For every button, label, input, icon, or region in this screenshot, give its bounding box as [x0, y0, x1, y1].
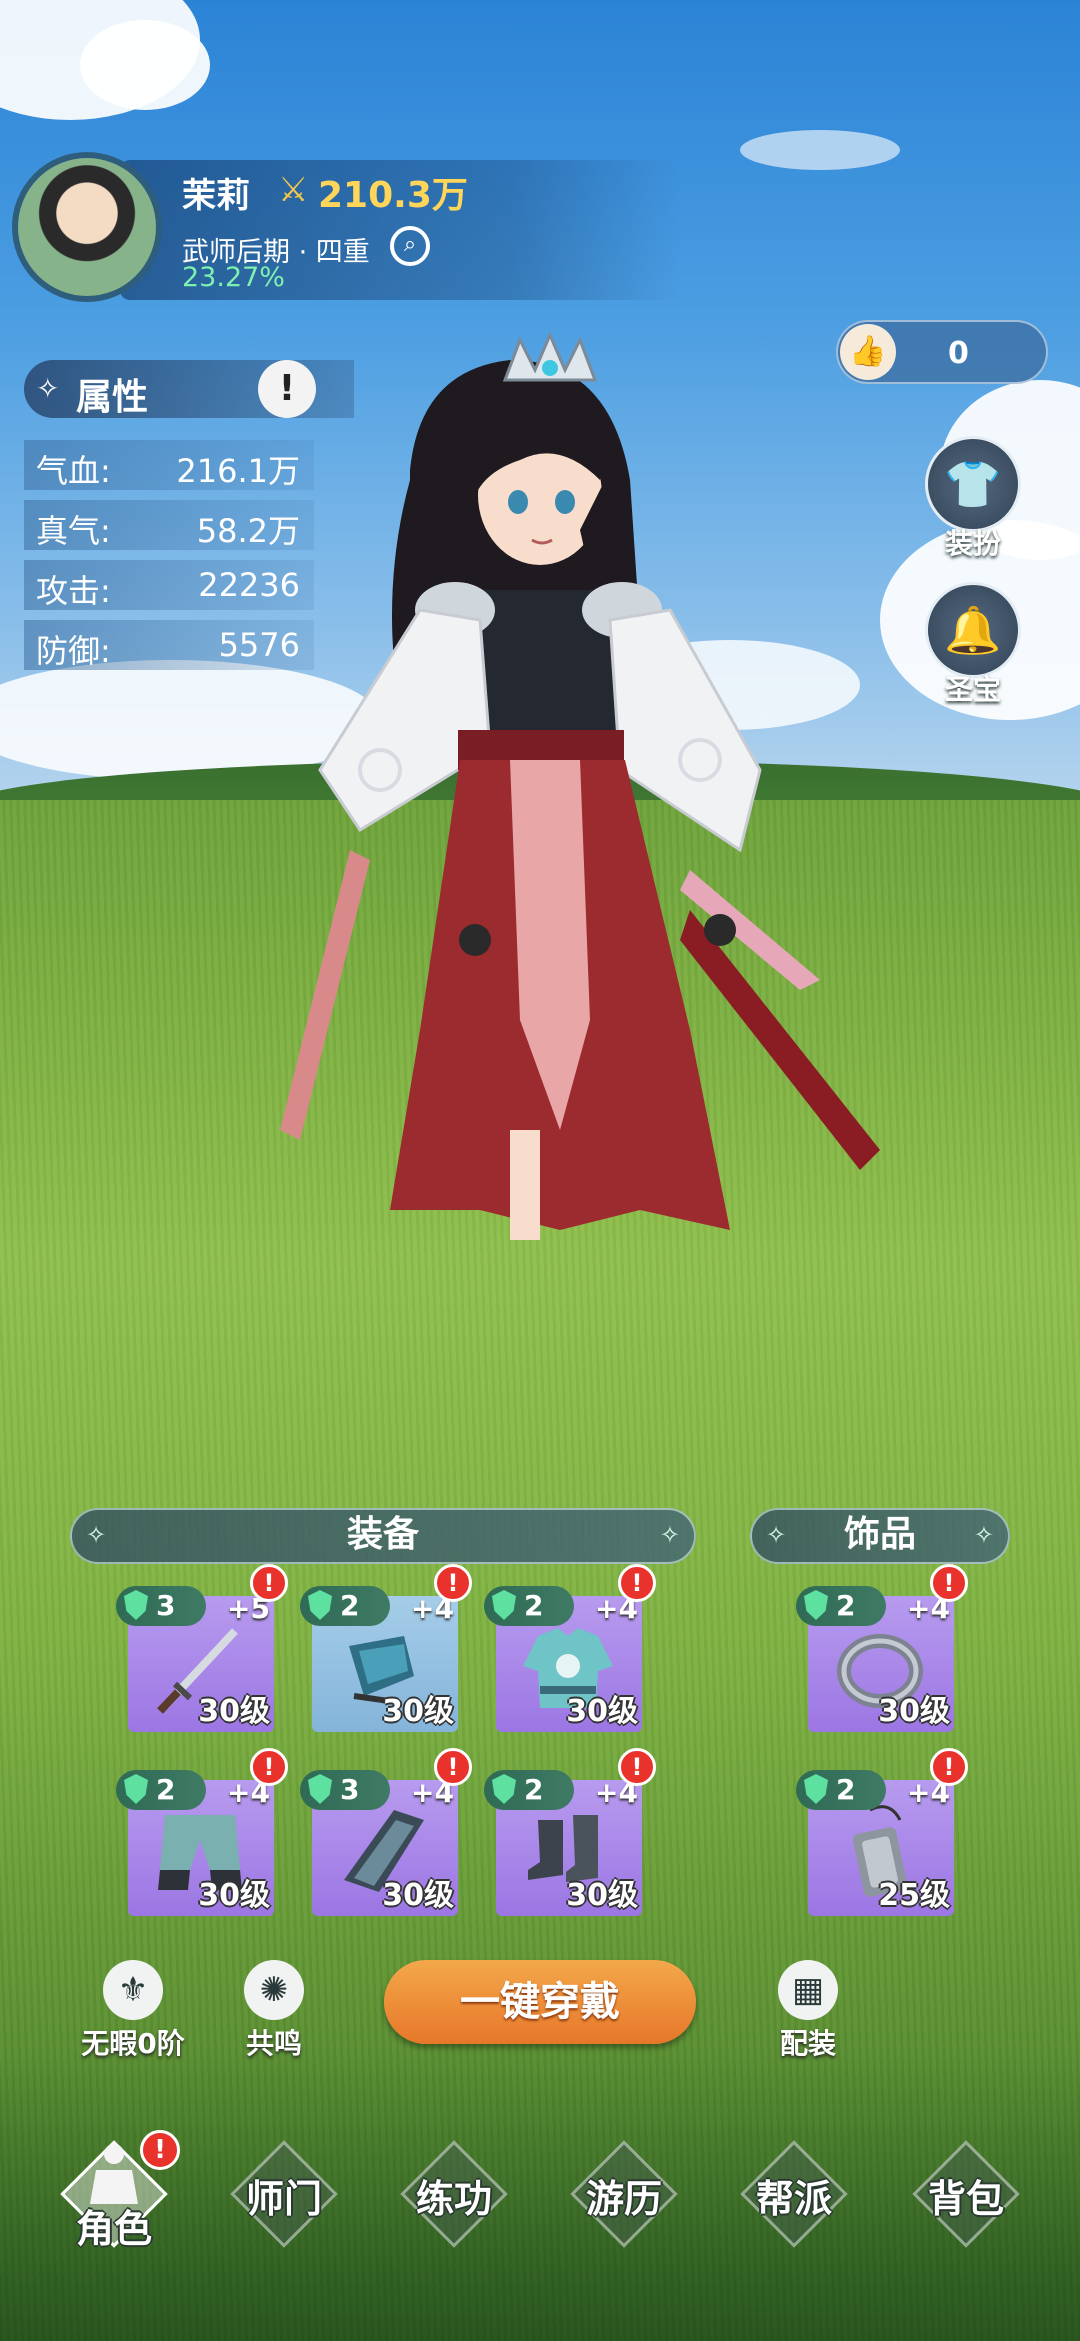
equipment-slot-armor[interactable]: 2 +4 30级 !: [484, 1564, 656, 1732]
equip-all-button[interactable]: 一键穿戴: [384, 1960, 696, 2044]
nav-backpack[interactable]: 背包: [896, 2140, 1036, 2260]
resonance-label: 共鸣: [245, 2027, 302, 2060]
tier-badge: 2: [796, 1770, 886, 1810]
equipment-slot-helmet[interactable]: 2 +4 30级 !: [300, 1564, 472, 1732]
item-level: 30级: [566, 1878, 638, 1913]
accessories-title: 饰品: [843, 1514, 916, 1555]
outfit-button[interactable]: 👕 装扮: [918, 436, 1028, 562]
item-level: 30级: [198, 1694, 270, 1729]
alert-icon: !: [618, 1748, 656, 1786]
resonance-button[interactable]: ✺ 共鸣: [226, 1960, 322, 2062]
nav-character[interactable]: 角色 !: [44, 2130, 184, 2260]
equipment-title: 装备: [346, 1514, 419, 1555]
nav-label: 游历: [585, 2177, 662, 2221]
tier-badge: 2: [796, 1586, 886, 1626]
player-name: 茉莉: [182, 176, 250, 216]
tier-badge: 2: [484, 1586, 574, 1626]
attr-label: 真气:: [36, 512, 111, 550]
cloud: [80, 20, 210, 110]
crossed-swords-icon: ⚔: [278, 170, 309, 210]
accessories-title-bar: ✧ 饰品 ✧: [750, 1508, 1010, 1564]
attributes-title: 属性: [76, 377, 149, 418]
tier-badge: 3: [300, 1770, 390, 1810]
cloud: [740, 130, 900, 170]
grid-icon: ▦: [778, 1960, 838, 2020]
loadout-label: 配装: [779, 2027, 836, 2060]
diamond-icon: ✧: [86, 1521, 107, 1549]
accessory-slot-ring[interactable]: 2 +4 30级 !: [796, 1564, 968, 1732]
accessory-slot-pendant[interactable]: 2 +4 25级 !: [796, 1748, 968, 1916]
progress-percent: 23.27%: [182, 262, 285, 293]
alert-icon: !: [140, 2130, 180, 2170]
tier-badge: 3: [116, 1586, 206, 1626]
outfit-label: 装扮: [944, 527, 1001, 560]
alert-icon: !: [930, 1564, 968, 1602]
character-model[interactable]: [260, 330, 900, 1350]
shield-icon: [308, 1590, 332, 1620]
shield-icon: [804, 1774, 828, 1804]
like-count: 0: [948, 336, 969, 371]
alert-icon: !: [434, 1748, 472, 1786]
item-level: 25级: [878, 1878, 950, 1913]
flawless-button[interactable]: ⚜ 无暇0阶: [70, 1960, 196, 2062]
shield-icon: [124, 1774, 148, 1804]
nav-travel[interactable]: 游历: [554, 2140, 694, 2260]
nav-training[interactable]: 练功: [384, 2140, 524, 2260]
equipment-slot-trousers[interactable]: 2 +4 30级 !: [116, 1748, 288, 1916]
nav-label: 背包: [927, 2177, 1004, 2221]
alert-icon: !: [434, 1564, 472, 1602]
tier-badge: 2: [116, 1770, 206, 1810]
attr-label: 攻击:: [36, 572, 111, 610]
attr-label: 气血:: [36, 452, 111, 490]
holy-treasure-button[interactable]: 🔔 圣宝: [918, 582, 1028, 708]
item-level: 30级: [566, 1694, 638, 1729]
nav-label: 师门: [245, 2177, 322, 2221]
nav-guild[interactable]: 帮派: [724, 2140, 864, 2260]
alert-icon: !: [250, 1564, 288, 1602]
item-level: 30级: [198, 1878, 270, 1913]
item-level: 30级: [382, 1694, 454, 1729]
alert-icon: !: [618, 1564, 656, 1602]
diamond-icon: ✧: [973, 1521, 994, 1549]
equipment-title-bar: ✧ 装备 ✧: [70, 1508, 696, 1564]
resonance-icon: ✺: [244, 1960, 304, 2020]
shield-icon: [124, 1590, 148, 1620]
diamond-icon: ✧: [36, 372, 60, 405]
combat-power: 210.3万: [318, 175, 468, 216]
holy-treasure-label: 圣宝: [944, 673, 1001, 706]
outfit-icon: 👕: [925, 436, 1021, 532]
attr-label: 防御:: [36, 632, 111, 670]
tier-badge: 2: [300, 1586, 390, 1626]
item-level: 30级: [382, 1878, 454, 1913]
shield-icon: [492, 1774, 516, 1804]
equipment-slot-bracer[interactable]: 3 +4 30级 !: [300, 1748, 472, 1916]
flawless-label: 无暇0阶: [81, 2027, 185, 2060]
nav-sect[interactable]: 师门: [214, 2140, 354, 2260]
nav-label: 练功: [415, 2177, 492, 2221]
player-header: 茉莉 ⚔ 210.3万 武师后期 · 四重 ⌕ 23.27%: [10, 150, 700, 310]
equipment-slot-weapon[interactable]: 3 +5 30级 !: [116, 1564, 288, 1732]
search-icon[interactable]: ⌕: [390, 226, 430, 266]
avatar[interactable]: [12, 152, 162, 302]
loadout-button[interactable]: ▦ 配装: [760, 1960, 856, 2062]
nav-label: 帮派: [755, 2177, 832, 2221]
item-level: 30级: [878, 1694, 950, 1729]
equipment-slot-boots[interactable]: 2 +4 30级 !: [484, 1748, 656, 1916]
shield-icon: [492, 1590, 516, 1620]
character-figure-icon: [90, 2144, 138, 2204]
flawless-icon: ⚜: [103, 1960, 163, 2020]
diamond-icon: ✧: [766, 1521, 787, 1549]
bell-icon: 🔔: [925, 582, 1021, 678]
shield-icon: [804, 1590, 828, 1620]
diamond-icon: ✧: [659, 1521, 680, 1549]
alert-icon: !: [930, 1748, 968, 1786]
nav-label: 角色: [75, 2207, 152, 2251]
tier-badge: 2: [484, 1770, 574, 1810]
shield-icon: [308, 1774, 332, 1804]
alert-icon: !: [250, 1748, 288, 1786]
